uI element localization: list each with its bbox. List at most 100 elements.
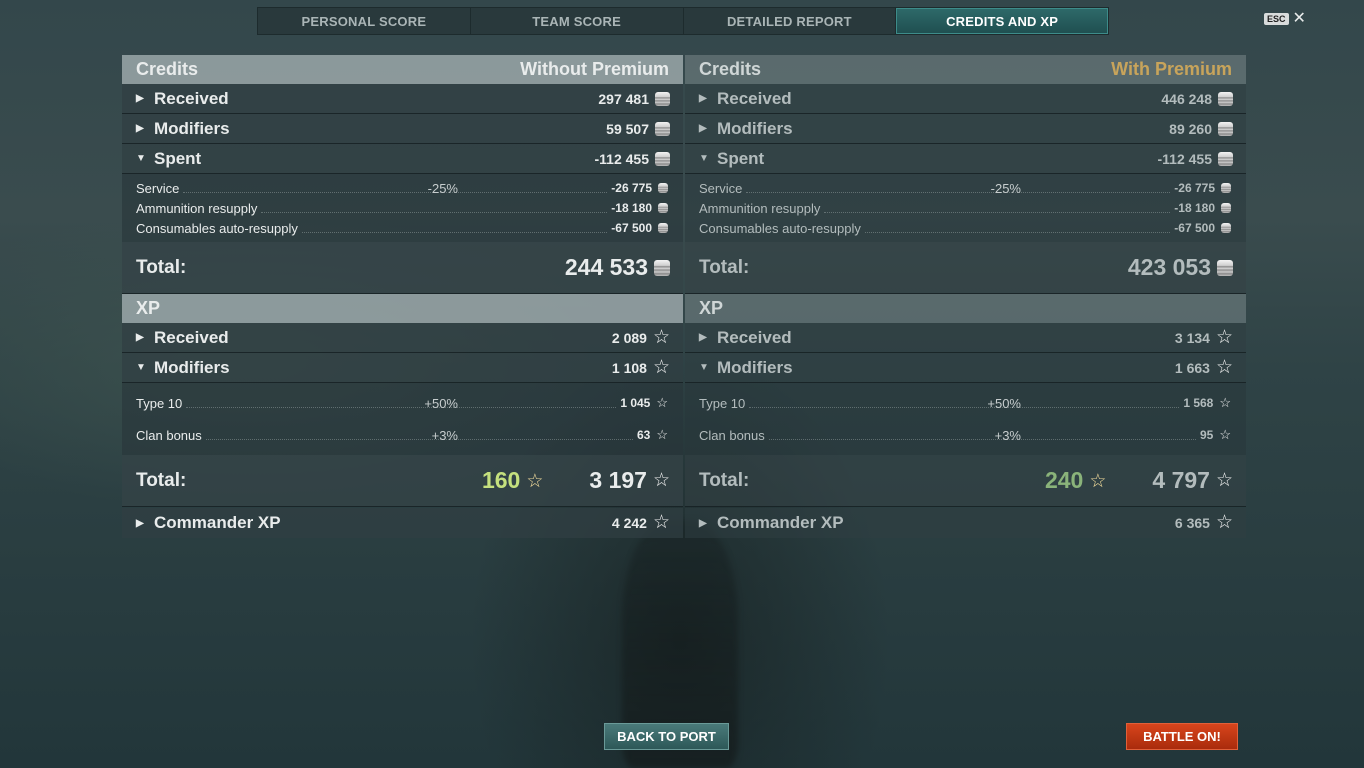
star-icon: ☆ bbox=[1215, 469, 1233, 491]
xp-bonus-value: 240 ☆ bbox=[1045, 467, 1106, 494]
row-label: Spent bbox=[717, 148, 765, 168]
credits-received-row[interactable]: ▶ Received 297 481 bbox=[122, 84, 683, 114]
modifier-percent: +50% bbox=[424, 395, 458, 411]
credit-coin-icon bbox=[658, 203, 668, 213]
row-label: Commander XP bbox=[154, 513, 281, 532]
triangle-down-icon[interactable]: ▼ bbox=[699, 362, 713, 373]
row-label: Modifiers bbox=[154, 118, 230, 138]
panel-without-premium: Credits Without Premium ▶ Received 297 4… bbox=[122, 55, 683, 538]
star-icon: ☆ bbox=[652, 326, 670, 348]
spent-item: Consumables auto-resupply -67 500 bbox=[122, 218, 683, 238]
esc-close[interactable]: ESC ✕ bbox=[1264, 11, 1306, 27]
triangle-right-icon[interactable]: ▶ bbox=[136, 93, 150, 104]
xp-modifier-details: Type 10 +50% 1 045 ☆ Clan bonus +3% 63 ☆ bbox=[122, 383, 683, 455]
triangle-right-icon[interactable]: ▶ bbox=[699, 518, 713, 529]
xp-modifier-details: Type 10 +50% 1 568 ☆ Clan bonus +3% 95 ☆ bbox=[685, 383, 1246, 455]
triangle-right-icon[interactable]: ▶ bbox=[699, 93, 713, 104]
star-icon: ☆ bbox=[652, 356, 670, 378]
tab-detailed-report[interactable]: DETAILED REPORT bbox=[684, 8, 897, 34]
total-label: Total: bbox=[136, 469, 187, 491]
star-icon: ☆ bbox=[656, 395, 668, 410]
row-value: 2 089 bbox=[611, 329, 647, 346]
xp-received-row[interactable]: ▶ Received 3 134 ☆ bbox=[685, 323, 1246, 353]
tab-credits-and-xp[interactable]: CREDITS AND XP bbox=[896, 8, 1108, 34]
row-value: 59 507 bbox=[606, 120, 649, 137]
credit-coin-icon bbox=[655, 91, 670, 106]
spent-item-value: -18 180 bbox=[1174, 201, 1215, 215]
modifier-percent: +3% bbox=[994, 427, 1021, 443]
xp-total-row: Total: 240 ☆ 4 797 ☆ bbox=[685, 455, 1246, 507]
credit-coin-icon bbox=[1221, 183, 1231, 193]
tab-team-score[interactable]: TEAM SCORE bbox=[471, 8, 684, 34]
row-value: 446 248 bbox=[1161, 90, 1212, 107]
row-value: 6 365 bbox=[1174, 515, 1210, 531]
spent-item: Service -25% -26 775 bbox=[685, 178, 1246, 198]
star-icon: ☆ bbox=[652, 512, 670, 533]
spent-details: Service -25% -26 775 Ammunition resupply… bbox=[122, 174, 683, 242]
row-value: 3 134 bbox=[1174, 329, 1210, 346]
spent-item: Ammunition resupply -18 180 bbox=[122, 198, 683, 218]
credits-spent-row[interactable]: ▼ Spent -112 455 bbox=[122, 144, 683, 174]
credits-modifiers-row[interactable]: ▶ Modifiers 89 260 bbox=[685, 114, 1246, 144]
star-icon: ☆ bbox=[1215, 512, 1233, 533]
triangle-right-icon[interactable]: ▶ bbox=[699, 332, 713, 343]
triangle-right-icon[interactable]: ▶ bbox=[136, 518, 150, 529]
row-label: Modifiers bbox=[154, 357, 230, 377]
star-icon: ☆ bbox=[656, 427, 668, 442]
xp-modifier-item: Type 10 +50% 1 045 ☆ bbox=[122, 387, 683, 419]
modifier-value: 63 bbox=[636, 428, 651, 442]
row-label: Received bbox=[154, 88, 229, 108]
tab-bar: PERSONAL SCORE TEAM SCORE DETAILED REPOR… bbox=[257, 7, 1109, 35]
commander-xp-row[interactable]: ▶ Commander XP 6 365 ☆ bbox=[685, 508, 1246, 538]
spent-item-label: Service bbox=[136, 180, 180, 196]
dotted-leader bbox=[301, 223, 608, 233]
row-value: 1 108 bbox=[611, 359, 647, 376]
spent-item: Consumables auto-resupply -67 500 bbox=[685, 218, 1246, 238]
row-value: 1 663 bbox=[1174, 359, 1210, 376]
dotted-leader bbox=[186, 398, 617, 408]
close-icon[interactable]: ✕ bbox=[1293, 11, 1306, 27]
credits-total-value: 244 533 bbox=[564, 254, 648, 280]
spent-item-label: Consumables auto-resupply bbox=[136, 220, 298, 236]
triangle-right-icon[interactable]: ▶ bbox=[136, 332, 150, 343]
commander-xp-row[interactable]: ▶ Commander XP 4 242 ☆ bbox=[122, 508, 683, 538]
row-value: 297 481 bbox=[598, 90, 649, 107]
mode-label: Without Premium bbox=[520, 59, 669, 79]
xp-modifiers-row[interactable]: ▼ Modifiers 1 663 ☆ bbox=[685, 353, 1246, 383]
xp-modifier-item: Clan bonus +3% 63 ☆ bbox=[122, 419, 683, 451]
xp-bonus-value: 160 ☆ bbox=[482, 467, 543, 494]
credits-title: Credits bbox=[136, 59, 199, 79]
spent-item-value: -18 180 bbox=[611, 201, 652, 215]
triangle-right-icon[interactable]: ▶ bbox=[699, 123, 713, 134]
credits-spent-row[interactable]: ▼ Spent -112 455 bbox=[685, 144, 1246, 174]
row-value: -112 455 bbox=[1157, 150, 1213, 167]
xp-header: XP bbox=[122, 294, 683, 323]
mode-label: With Premium bbox=[1111, 59, 1232, 79]
xp-received-row[interactable]: ▶ Received 2 089 ☆ bbox=[122, 323, 683, 353]
xp-total-value: 3 197 bbox=[589, 467, 647, 493]
xp-modifiers-row[interactable]: ▼ Modifiers 1 108 ☆ bbox=[122, 353, 683, 383]
tab-personal-score[interactable]: PERSONAL SCORE bbox=[258, 8, 471, 34]
credits-total-row: Total: 423 053 bbox=[685, 242, 1246, 294]
triangle-right-icon[interactable]: ▶ bbox=[136, 123, 150, 134]
row-label: Commander XP bbox=[717, 513, 844, 532]
back-to-port-button[interactable]: BACK TO PORT bbox=[604, 723, 729, 750]
credits-received-row[interactable]: ▶ Received 446 248 bbox=[685, 84, 1246, 114]
modifier-value: 1 568 bbox=[1183, 396, 1214, 410]
row-value: -112 455 bbox=[594, 150, 650, 167]
triangle-down-icon[interactable]: ▼ bbox=[699, 153, 713, 164]
dotted-leader bbox=[746, 183, 1171, 193]
triangle-down-icon[interactable]: ▼ bbox=[136, 153, 150, 164]
row-label: Modifiers bbox=[717, 357, 793, 377]
credits-modifiers-row[interactable]: ▶ Modifiers 59 507 bbox=[122, 114, 683, 144]
dotted-leader bbox=[183, 183, 608, 193]
credit-coin-icon bbox=[658, 183, 668, 193]
star-icon: ☆ bbox=[1219, 395, 1231, 410]
battle-on-button[interactable]: BATTLE ON! bbox=[1126, 723, 1238, 750]
bonus-number: 160 bbox=[481, 467, 521, 493]
xp-total-value: 4 797 bbox=[1152, 467, 1210, 493]
modifier-value: 1 045 bbox=[620, 396, 651, 410]
triangle-down-icon[interactable]: ▼ bbox=[136, 362, 150, 373]
credit-coin-icon bbox=[1221, 203, 1231, 213]
dotted-leader bbox=[749, 398, 1180, 408]
